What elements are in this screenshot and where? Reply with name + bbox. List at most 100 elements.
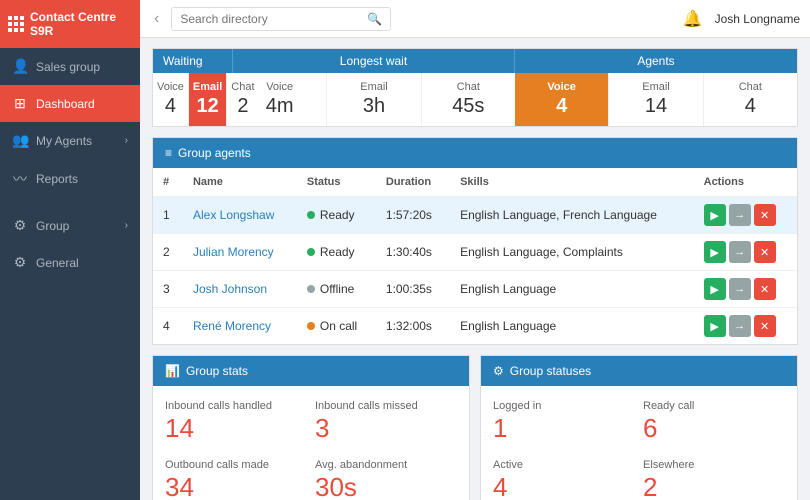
topbar: ‹ 🔍 🔔 Josh Longname (140, 0, 810, 38)
action-arrow-button[interactable]: → (729, 204, 751, 226)
col-name: Name (183, 168, 297, 197)
sidebar-item-group[interactable]: ⚙ Group › (0, 207, 140, 244)
action-arrow-button[interactable]: → (729, 241, 751, 263)
cell-name: Julian Morency (183, 234, 297, 271)
stats-banner-body: Voice 4 Email 12 Chat 2 Voice (153, 73, 797, 126)
table-row: 1 Alex Longshaw Ready 1:57:20s English L… (153, 197, 797, 234)
cell-status: On call (297, 308, 376, 345)
group-agents-section: ≡ Group agents # Name Status Duration Sk… (152, 137, 798, 345)
stat-outbound: Outbound calls made 34 (165, 455, 307, 500)
sidebar-item-my-agents[interactable]: 👥 My Agents › (0, 122, 140, 159)
action-arrow-button[interactable]: → (729, 278, 751, 300)
longest-wait-col: Voice 4m Email 3h Chat 45s (233, 73, 515, 126)
stat-active: Active 4 (493, 455, 635, 500)
action-delete-button[interactable]: ✕ (754, 315, 776, 337)
cell-num: 3 (153, 271, 183, 308)
sidebar-item-sales-group[interactable]: 👤 Sales group (0, 48, 140, 85)
action-green-button[interactable]: ▶ (704, 241, 726, 263)
dashboard-icon: ⊞ (12, 95, 28, 112)
stat-inbound-missed: Inbound calls missed 3 (315, 396, 457, 447)
collapse-button[interactable]: ‹ (150, 10, 163, 28)
cell-num: 2 (153, 234, 183, 271)
group-statuses-panel: ⚙ Group statuses Logged in 1 Ready call … (480, 355, 798, 500)
chevron-icon: › (125, 135, 128, 146)
table-header-row: # Name Status Duration Skills Actions (153, 168, 797, 197)
chat-longest: Chat 45s (422, 73, 515, 126)
col-actions: Actions (694, 168, 797, 197)
col-duration: Duration (376, 168, 450, 197)
bell-icon[interactable]: 🔔 (683, 9, 703, 29)
action-green-button[interactable]: ▶ (704, 278, 726, 300)
stat-elsewhere: Elsewhere 2 (643, 455, 785, 500)
chart-icon: 📊 (165, 364, 180, 378)
table-row: 2 Julian Morency Ready 1:30:40s English … (153, 234, 797, 271)
group-agents-title: Group agents (178, 146, 251, 160)
action-green-button[interactable]: ▶ (704, 315, 726, 337)
user-name: Josh Longname (715, 12, 800, 26)
action-delete-button[interactable]: ✕ (754, 204, 776, 226)
group-statuses-header: ⚙ Group statuses (481, 356, 797, 386)
email-agents: Email 14 (609, 73, 703, 126)
grid-icon (8, 16, 24, 32)
stat-inbound-handled: Inbound calls handled 14 (165, 396, 307, 447)
cell-actions: ▶ → ✕ (694, 234, 797, 271)
action-arrow-button[interactable]: → (729, 315, 751, 337)
sidebar: Contact Centre S9R 👤 Sales group ⊞ Dashb… (0, 0, 140, 500)
chevron-icon: › (125, 220, 128, 231)
search-input[interactable] (180, 12, 363, 26)
search-box[interactable]: 🔍 (171, 7, 391, 31)
cell-skills: English Language, French Language (450, 197, 694, 234)
stats-banner-header: Waiting Longest wait Agents (153, 49, 797, 73)
status-dot (307, 285, 315, 293)
group-stats-header: 📊 Group stats (153, 356, 469, 386)
sidebar-item-reports[interactable]: 〰 Reports (0, 159, 140, 199)
gear-icon: ⚙ (12, 254, 28, 271)
chat-agents: Chat 4 (704, 73, 797, 126)
cell-name: René Morency (183, 308, 297, 345)
sidebar-label: My Agents (36, 134, 117, 148)
sidebar-label: Sales group (36, 60, 128, 74)
action-buttons: ▶ → ✕ (704, 315, 787, 337)
cell-duration: 1:00:35s (376, 271, 450, 308)
cell-skills: English Language (450, 308, 694, 345)
action-buttons: ▶ → ✕ (704, 241, 787, 263)
group-stats-title: Group stats (186, 364, 248, 378)
table-row: 3 Josh Johnson Offline 1:00:35s English … (153, 271, 797, 308)
cell-num: 1 (153, 197, 183, 234)
cell-actions: ▶ → ✕ (694, 308, 797, 345)
main-content: ‹ 🔍 🔔 Josh Longname Waiting Longest wait… (140, 0, 810, 500)
longest-wait-header: Longest wait (233, 49, 515, 73)
col-num: # (153, 168, 183, 197)
voice-longest: Voice 4m (233, 73, 327, 126)
search-icon: 🔍 (367, 12, 382, 26)
action-green-button[interactable]: ▶ (704, 204, 726, 226)
status-dot (307, 211, 315, 219)
sidebar-label: Reports (36, 172, 128, 186)
voice-waiting: Voice 4 (153, 73, 189, 126)
agents-col: Voice 4 Email 14 Chat 4 (515, 73, 797, 126)
cell-skills: English Language (450, 271, 694, 308)
group-stats-body: Inbound calls handled 14 Inbound calls m… (153, 386, 469, 500)
action-delete-button[interactable]: ✕ (754, 278, 776, 300)
sidebar-label: General (36, 256, 128, 270)
col-status: Status (297, 168, 376, 197)
cell-actions: ▶ → ✕ (694, 271, 797, 308)
waiting-header: Waiting (153, 49, 233, 73)
group-agents-header: ≡ Group agents (153, 138, 797, 168)
bottom-panels: 📊 Group stats Inbound calls handled 14 I… (152, 355, 798, 500)
agents-table: # Name Status Duration Skills Actions 1 … (153, 168, 797, 344)
gear-icon: ⚙ (12, 217, 28, 234)
cell-actions: ▶ → ✕ (694, 197, 797, 234)
agents-header: Agents (515, 49, 797, 73)
agents-icon: 👥 (12, 132, 28, 149)
sidebar-header: Contact Centre S9R (0, 0, 140, 48)
sidebar-item-general[interactable]: ⚙ General (0, 244, 140, 281)
reports-icon: 〰 (12, 169, 28, 189)
action-delete-button[interactable]: ✕ (754, 241, 776, 263)
waiting-col: Voice 4 Email 12 Chat 2 (153, 73, 233, 126)
sidebar-item-dashboard[interactable]: ⊞ Dashboard (0, 85, 140, 122)
status-dot (307, 248, 315, 256)
voice-agents: Voice 4 (515, 73, 609, 126)
cell-duration: 1:32:00s (376, 308, 450, 345)
stat-logged-in: Logged in 1 (493, 396, 635, 447)
